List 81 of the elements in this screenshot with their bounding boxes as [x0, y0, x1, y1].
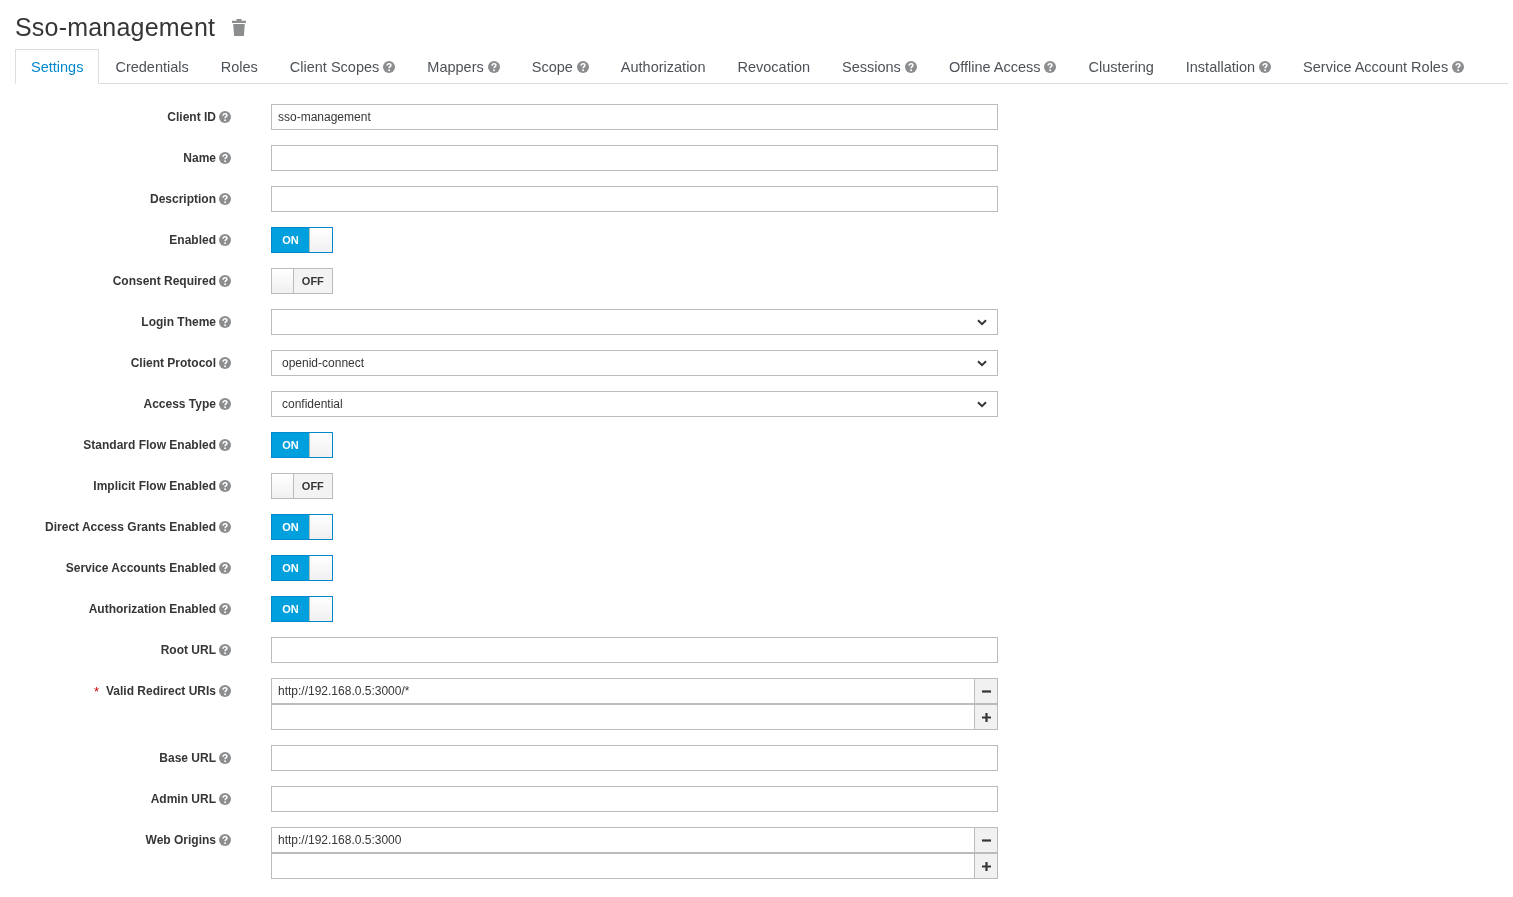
help-icon[interactable]: [219, 480, 231, 492]
help-icon[interactable]: [219, 752, 231, 764]
plus-icon: [981, 861, 991, 871]
field-label: Web Origins: [145, 833, 216, 847]
help-icon[interactable]: [219, 521, 231, 533]
tab[interactable]: Revocation: [721, 49, 827, 84]
plus-icon: [981, 712, 991, 722]
text-input[interactable]: [271, 145, 998, 171]
field-label: Login Theme: [141, 315, 216, 329]
tab[interactable]: Credentials: [99, 49, 205, 84]
tab[interactable]: Installation: [1169, 49, 1288, 84]
help-icon[interactable]: [576, 61, 589, 73]
url-input[interactable]: http://192.168.0.5:3000: [271, 827, 975, 853]
select-dropdown[interactable]: openid-connect: [271, 350, 998, 376]
url-input[interactable]: http://192.168.0.5:3000/*: [271, 678, 975, 704]
text-input[interactable]: sso-management: [271, 104, 998, 130]
text-input[interactable]: [271, 186, 998, 212]
chevron-down-icon: [977, 359, 987, 367]
text-input[interactable]: [271, 745, 998, 771]
url-input[interactable]: [271, 704, 975, 730]
tab[interactable]: Offline Access: [932, 49, 1073, 84]
field-label: Name: [183, 151, 216, 165]
help-icon[interactable]: [219, 644, 231, 656]
add-button[interactable]: [975, 853, 998, 879]
help-icon[interactable]: [219, 193, 231, 205]
toggle-switch[interactable]: OFF: [271, 473, 333, 499]
help-icon[interactable]: [219, 834, 231, 846]
field-label: Root URL: [160, 643, 216, 657]
help-icon[interactable]: [219, 685, 231, 697]
trash-icon[interactable]: [232, 18, 247, 36]
required-mark: *: [93, 683, 99, 699]
help-icon[interactable]: [1452, 61, 1465, 73]
field-label: Standard Flow Enabled: [83, 438, 216, 452]
help-icon[interactable]: [219, 398, 231, 410]
tab[interactable]: Mappers: [411, 49, 516, 84]
toggle-switch[interactable]: OFF: [271, 268, 333, 294]
add-button[interactable]: [975, 704, 998, 730]
help-icon[interactable]: [1044, 61, 1057, 73]
text-input[interactable]: [271, 637, 998, 663]
help-icon[interactable]: [219, 234, 231, 246]
field-label: Client Protocol: [130, 356, 216, 370]
select-dropdown[interactable]: [271, 309, 998, 335]
tab[interactable]: Scope: [515, 49, 605, 84]
tab[interactable]: Clustering: [1072, 49, 1170, 84]
field-label: Description: [150, 192, 216, 206]
help-icon[interactable]: [219, 603, 231, 615]
field-label: Implicit Flow Enabled: [93, 479, 216, 493]
field-label: Client ID: [167, 110, 216, 124]
tab[interactable]: Service Account Roles: [1287, 49, 1481, 84]
field-label: Consent Required: [112, 274, 216, 288]
tab[interactable]: Authorization: [604, 49, 722, 84]
help-icon[interactable]: [383, 61, 396, 73]
help-icon[interactable]: [219, 357, 231, 369]
help-icon[interactable]: [487, 61, 500, 73]
text-input[interactable]: [271, 786, 998, 812]
field-label: Authorization Enabled: [88, 602, 216, 616]
tab[interactable]: Client Scopes: [273, 49, 412, 84]
help-icon[interactable]: [219, 562, 231, 574]
field-label: Direct Access Grants Enabled: [45, 520, 216, 534]
field-label: Access Type: [143, 397, 216, 411]
chevron-down-icon: [977, 318, 987, 326]
tab[interactable]: Sessions: [826, 49, 933, 84]
field-label: Base URL: [159, 751, 216, 765]
help-icon[interactable]: [219, 316, 231, 328]
help-icon[interactable]: [219, 111, 231, 123]
chevron-down-icon: [977, 400, 987, 408]
help-icon[interactable]: [219, 439, 231, 451]
field-label: Enabled: [169, 233, 216, 247]
help-icon[interactable]: [219, 793, 231, 805]
help-icon[interactable]: [904, 61, 917, 73]
help-icon[interactable]: [219, 275, 231, 287]
field-label: Service Accounts Enabled: [65, 561, 216, 575]
field-label: Admin URL: [150, 792, 216, 806]
help-icon[interactable]: [219, 152, 231, 164]
url-input[interactable]: [271, 853, 975, 879]
page-title: Sso-management: [15, 12, 216, 42]
select-dropdown[interactable]: confidential: [271, 391, 998, 417]
help-icon[interactable]: [1259, 61, 1272, 73]
tab[interactable]: Settings: [15, 49, 100, 84]
field-label: Valid Redirect URIs: [105, 684, 216, 698]
tab[interactable]: Roles: [204, 49, 274, 84]
